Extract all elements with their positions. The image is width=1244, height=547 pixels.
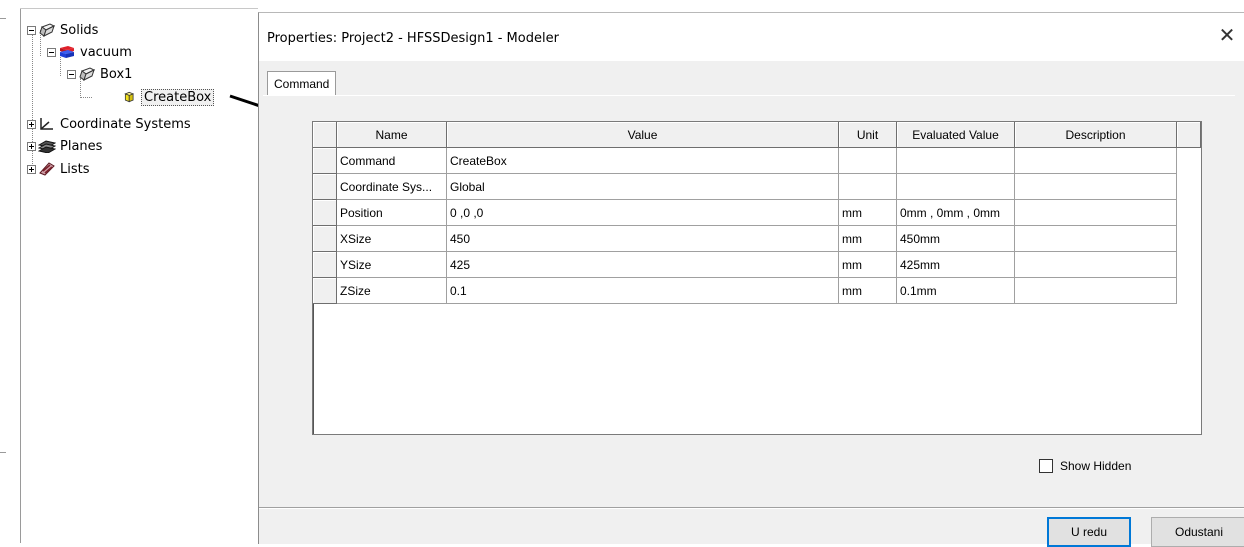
row-selector[interactable] (313, 252, 337, 278)
cell-value[interactable]: 0.1 (447, 278, 839, 304)
column-header-name[interactable]: Name (337, 122, 447, 148)
tree-item-label: CreateBox (141, 88, 215, 106)
tree-item-vacuum[interactable]: vacuum (47, 42, 132, 62)
cell-value[interactable]: Global (447, 174, 839, 200)
grid-corner-cell (313, 122, 337, 148)
cell-name: Position (337, 200, 447, 226)
show-hidden-option[interactable]: Show Hidden (1039, 459, 1131, 473)
cell-name: Command (337, 148, 447, 174)
solid-box-icon (39, 23, 56, 37)
cell-description[interactable] (1015, 278, 1177, 304)
divider (259, 508, 1244, 509)
box-object-icon (79, 67, 96, 81)
collapse-icon[interactable] (67, 69, 76, 79)
cell-evaluated-value: 0.1mm (897, 278, 1015, 304)
properties-dialog: Properties: Project2 - HFSSDesign1 - Mod… (258, 12, 1244, 547)
row-selector[interactable] (313, 200, 337, 226)
cell-name: ZSize (337, 278, 447, 304)
expand-icon[interactable] (27, 164, 36, 174)
show-hidden-label: Show Hidden (1060, 459, 1132, 473)
cell-name: XSize (337, 226, 447, 252)
properties-grid[interactable]: Name Value Unit Evaluated Value Descript… (312, 121, 1202, 435)
cell-evaluated-value: 450mm (897, 226, 1015, 252)
column-header-evaluated-value[interactable]: Evaluated Value (897, 122, 1015, 148)
row-selector[interactable] (313, 174, 337, 200)
tab-command[interactable]: Command (267, 71, 337, 96)
cell-description[interactable] (1015, 148, 1177, 174)
tree-item-label: Box1 (100, 66, 133, 82)
cell-value[interactable]: CreateBox (447, 148, 839, 174)
tree-item-label: vacuum (80, 44, 132, 60)
tree-item-solids[interactable]: Solids (27, 20, 98, 40)
cell-description[interactable] (1015, 200, 1177, 226)
cell-description[interactable] (1015, 252, 1177, 278)
cell-description[interactable] (1015, 174, 1177, 200)
cell-name: YSize (337, 252, 447, 278)
tree-connector (80, 97, 92, 98)
cell-unit[interactable]: mm (839, 278, 897, 304)
collapse-icon[interactable] (47, 47, 56, 57)
tree-item-label: Planes (60, 138, 103, 154)
tree-item-label: Coordinate Systems (60, 116, 191, 132)
collapse-icon[interactable] (27, 25, 36, 35)
column-header-filler (1177, 122, 1201, 148)
tree-item-box1[interactable]: Box1 (67, 64, 132, 84)
expand-icon[interactable] (27, 141, 36, 151)
tree-item-label: Lists (60, 161, 90, 177)
row-selector[interactable] (313, 148, 337, 174)
coordinate-system-icon (40, 118, 53, 130)
cell-unit[interactable]: mm (839, 226, 897, 252)
cell-unit[interactable]: mm (839, 200, 897, 226)
column-header-unit[interactable]: Unit (839, 122, 897, 148)
tree-item-lists[interactable]: Lists (27, 159, 90, 179)
lists-icon (39, 162, 55, 176)
row-selector[interactable] (313, 226, 337, 252)
material-vacuum-icon (60, 46, 74, 58)
cell-value[interactable]: 0 ,0 ,0 (447, 200, 839, 226)
cell-unit[interactable] (839, 148, 897, 174)
tree-item-planes[interactable]: Planes (27, 136, 102, 156)
cell-unit[interactable] (839, 174, 897, 200)
column-header-value[interactable]: Value (447, 122, 839, 148)
project-tree-panel: Solids vacuum Box1 CreateBox Coordinate … (0, 0, 258, 543)
cell-value[interactable]: 450 (447, 226, 839, 252)
show-hidden-checkbox[interactable] (1039, 459, 1053, 473)
cell-evaluated-value: 0mm , 0mm , 0mm (897, 200, 1015, 226)
cell-description[interactable] (1015, 226, 1177, 252)
dialog-title: Properties: Project2 - HFSSDesign1 - Mod… (267, 31, 559, 46)
planes-icon (38, 140, 56, 153)
cell-evaluated-value: 425mm (897, 252, 1015, 278)
expand-icon[interactable] (27, 119, 36, 129)
tree-item-label: Solids (60, 22, 99, 38)
cell-unit[interactable]: mm (839, 252, 897, 278)
tree-panel-border (20, 8, 21, 543)
cell-value[interactable]: 425 (447, 252, 839, 278)
cell-evaluated-value (897, 174, 1015, 200)
left-frame-stub (0, 452, 6, 453)
tree-panel-top-border (20, 8, 258, 9)
cell-name: Coordinate Sys... (337, 174, 447, 200)
column-header-description[interactable]: Description (1015, 122, 1177, 148)
tree-item-coordinate-systems[interactable]: Coordinate Systems (27, 114, 191, 134)
create-box-command-icon (124, 91, 135, 103)
close-icon[interactable]: ✕ (1217, 25, 1237, 45)
left-frame-stub (0, 18, 6, 19)
row-selector[interactable] (313, 278, 337, 304)
cell-evaluated-value (897, 148, 1015, 174)
tree-item-createbox[interactable]: CreateBox (123, 87, 215, 107)
